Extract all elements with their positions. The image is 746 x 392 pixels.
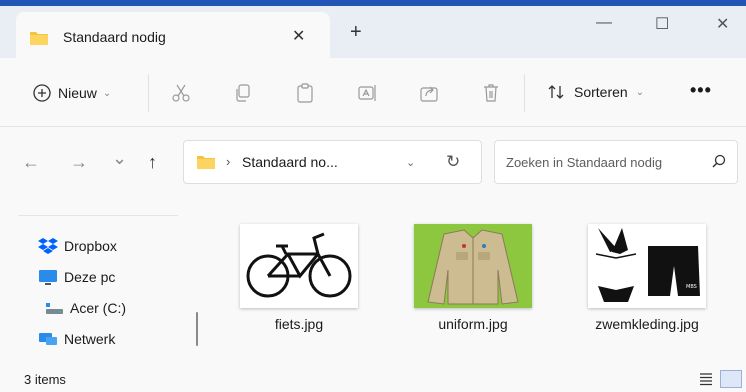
maximize-button[interactable]: ☐ bbox=[655, 14, 669, 34]
command-bar: Nieuw ⌄ Sorteren ⌄ ••• bbox=[0, 60, 746, 127]
sidebar-item-label: Dropbox bbox=[64, 238, 117, 254]
breadcrumb-separator[interactable]: › bbox=[226, 154, 230, 169]
status-bar: 3 items bbox=[0, 366, 746, 392]
sidebar-divider bbox=[18, 215, 178, 216]
sidebar-item-label: Netwerk bbox=[64, 331, 116, 347]
tab-close-button[interactable]: ✕ bbox=[292, 26, 305, 46]
dropbox-icon bbox=[38, 238, 58, 254]
copy-icon[interactable] bbox=[232, 82, 254, 104]
search-box[interactable]: Zoeken in Standaard nodig bbox=[494, 140, 738, 184]
plus-circle-icon bbox=[33, 84, 51, 102]
sidebar-scrollbar[interactable] bbox=[196, 312, 198, 346]
chevron-down-icon[interactable]: ⌄ bbox=[406, 156, 415, 169]
sidebar-item-acer-c[interactable]: Acer (C:) bbox=[44, 298, 126, 318]
new-tab-button[interactable]: + bbox=[350, 22, 362, 42]
drive-icon bbox=[46, 303, 63, 314]
folder-icon bbox=[30, 32, 48, 45]
tab-title: Standaard nodig bbox=[63, 29, 166, 45]
search-placeholder: Zoeken in Standaard nodig bbox=[506, 155, 663, 170]
chevron-down-icon: ⌄ bbox=[635, 86, 645, 98]
sidebar-item-label: Deze pc bbox=[64, 269, 116, 285]
wallpaper-strip bbox=[0, 0, 746, 6]
file-view: fiets.jpg uniform.jpg MBS zwemkleding.jp… bbox=[212, 204, 746, 366]
uniform-thumbnail bbox=[414, 224, 532, 308]
chevron-down-icon: ⌄ bbox=[102, 87, 112, 99]
sort-button-label: Sorteren bbox=[574, 84, 628, 100]
forward-arrow-icon[interactable]: → bbox=[70, 152, 88, 173]
file-name: fiets.jpg bbox=[274, 316, 324, 332]
cut-icon[interactable] bbox=[170, 82, 192, 104]
file-name: uniform.jpg bbox=[438, 316, 508, 332]
bicycle-thumbnail bbox=[240, 224, 358, 308]
network-icon bbox=[39, 333, 57, 345]
title-bar: Standaard nodig ✕ + — ☐ ✕ bbox=[0, 0, 746, 60]
close-window-button[interactable]: ✕ bbox=[716, 14, 729, 34]
up-arrow-icon[interactable]: ↑ bbox=[148, 152, 157, 173]
file-name: zwemkleding.jpg bbox=[595, 316, 699, 332]
navigation-row: ← → ⌄ ↑ › Standaard no... ⌄ ↻ Zoeken in … bbox=[0, 128, 746, 204]
more-options-button[interactable]: ••• bbox=[690, 80, 712, 101]
toolbar-divider bbox=[524, 74, 525, 112]
tab-standaard-nodig[interactable]: Standaard nodig ✕ bbox=[16, 12, 330, 60]
paste-icon[interactable] bbox=[294, 82, 316, 104]
search-icon bbox=[712, 154, 726, 168]
computer-icon bbox=[39, 270, 57, 285]
folder-icon bbox=[197, 156, 215, 169]
new-button[interactable]: Nieuw ⌄ bbox=[32, 82, 111, 104]
large-icons-view-icon[interactable] bbox=[720, 370, 742, 388]
recent-locations-icon[interactable]: ⌄ bbox=[112, 148, 127, 169]
minimize-button[interactable]: — bbox=[596, 14, 612, 32]
sort-button[interactable]: Sorteren ⌄ bbox=[546, 82, 644, 102]
file-item[interactable]: fiets.jpg bbox=[234, 224, 364, 332]
refresh-icon[interactable]: ↻ bbox=[446, 152, 460, 172]
new-button-label: Nieuw bbox=[58, 85, 97, 101]
rename-icon[interactable] bbox=[356, 82, 378, 104]
toolbar-divider bbox=[148, 74, 149, 112]
sort-icon bbox=[548, 85, 564, 99]
file-item[interactable]: MBS zwemkleding.jpg bbox=[582, 224, 712, 332]
sidebar-item-label: Acer (C:) bbox=[70, 300, 126, 316]
delete-icon[interactable] bbox=[480, 82, 502, 104]
back-arrow-icon[interactable]: ← bbox=[22, 152, 40, 173]
breadcrumb-path[interactable]: Standaard no... bbox=[242, 154, 338, 170]
file-item[interactable]: uniform.jpg bbox=[408, 224, 538, 332]
file-explorer-window: Standaard nodig ✕ + — ☐ ✕ Nieuw ⌄ Sorter… bbox=[0, 0, 746, 392]
details-view-icon[interactable] bbox=[698, 371, 714, 387]
sidebar-item-dropbox[interactable]: Dropbox bbox=[38, 236, 117, 256]
sidebar-item-deze-pc[interactable]: Deze pc bbox=[38, 267, 115, 287]
svg-text:MBS: MBS bbox=[686, 284, 697, 290]
navigation-pane: Dropbox Deze pc Acer (C:) Netwerk bbox=[0, 204, 210, 366]
share-icon[interactable] bbox=[418, 82, 440, 104]
item-count: 3 items bbox=[24, 372, 66, 387]
swimwear-thumbnail: MBS bbox=[588, 224, 706, 308]
sidebar-item-netwerk[interactable]: Netwerk bbox=[38, 329, 115, 349]
address-bar[interactable]: › Standaard no... ⌄ ↻ bbox=[183, 140, 482, 184]
